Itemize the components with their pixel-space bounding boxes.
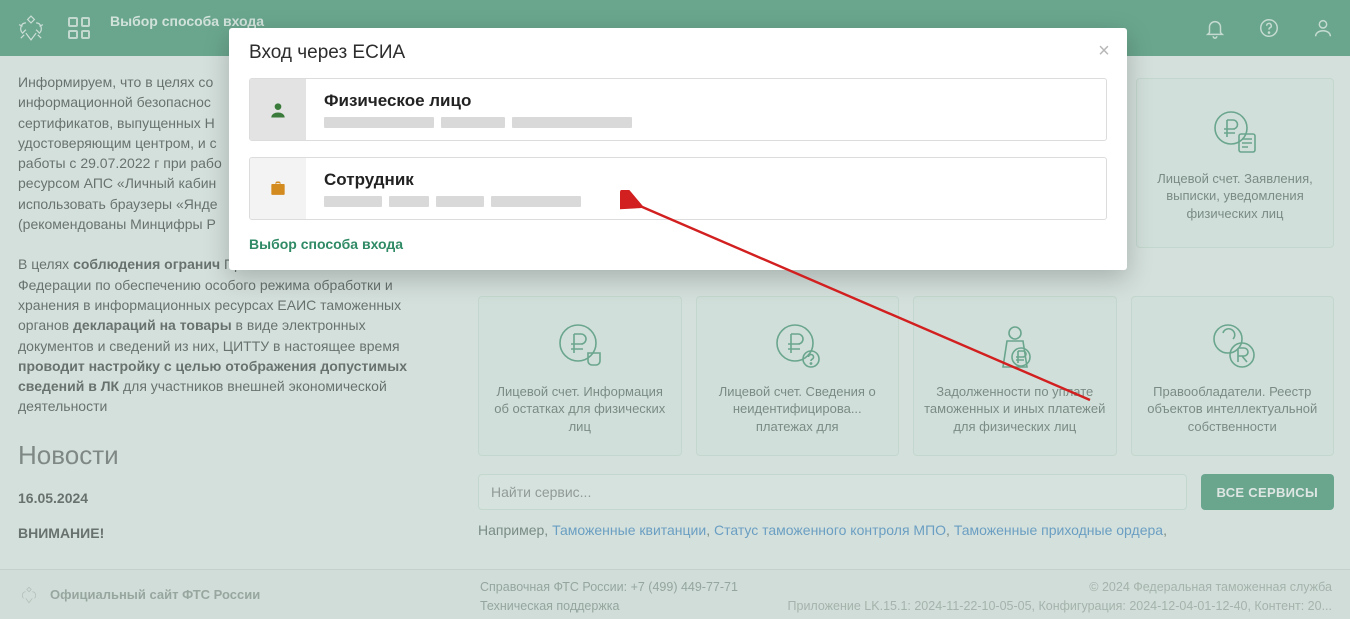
esia-login-modal: × Вход через ЕСИА Физическое лицо Сотруд…: [229, 28, 1127, 270]
option-employee[interactable]: Сотрудник: [249, 157, 1107, 220]
redacted-org: [324, 196, 1088, 207]
close-icon[interactable]: ×: [1095, 42, 1113, 60]
redacted-name: [324, 117, 1088, 128]
choose-method-link[interactable]: Выбор способа входа: [249, 236, 1107, 252]
option-individual-title: Физическое лицо: [324, 91, 1088, 111]
modal-title: Вход через ЕСИА: [249, 42, 1107, 64]
option-individual[interactable]: Физическое лицо: [249, 78, 1107, 141]
option-employee-title: Сотрудник: [324, 170, 1088, 190]
person-icon: [250, 79, 306, 140]
briefcase-icon: [250, 158, 306, 219]
